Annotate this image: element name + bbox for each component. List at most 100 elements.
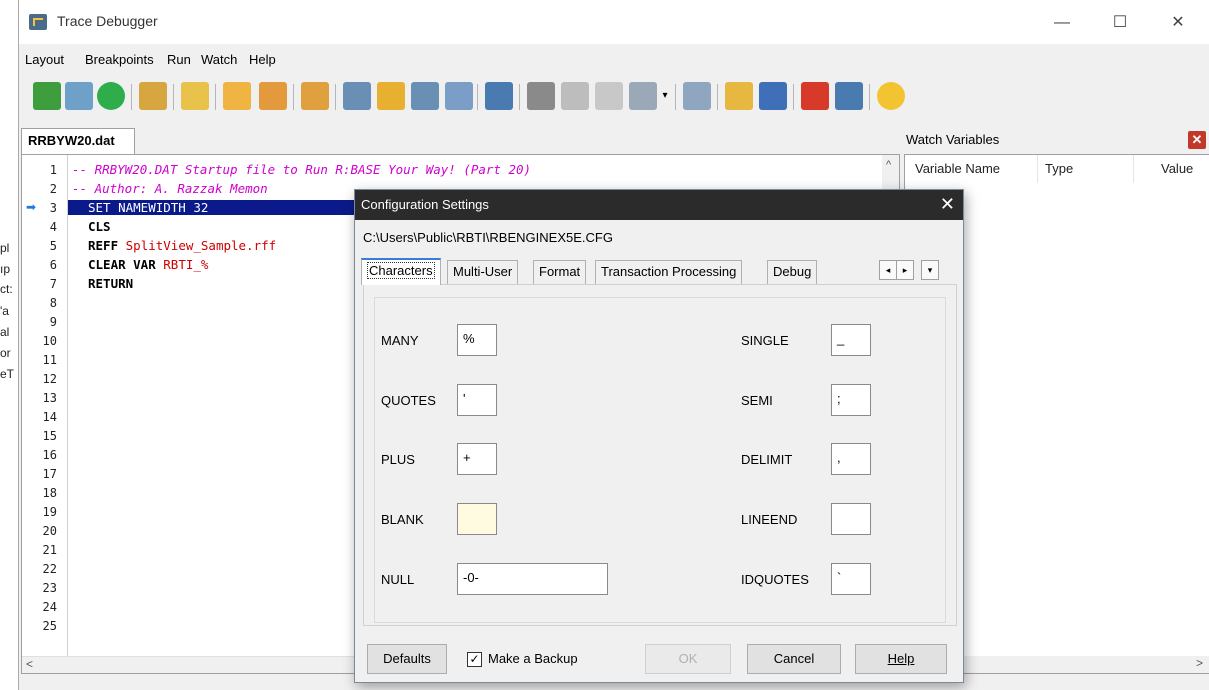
editor-tab[interactable]: RRBYW20.dat [21, 128, 135, 154]
ok-button[interactable]: OK [645, 644, 731, 674]
watch-close-icon[interactable]: ✕ [1188, 131, 1206, 149]
tab-list-dropdown-icon[interactable]: ▾ [921, 260, 939, 280]
null-label: NULL [381, 572, 415, 587]
line-number: 2 [49, 182, 57, 196]
step-into-icon[interactable] [343, 82, 371, 110]
defaults-button[interactable]: Defaults [367, 644, 447, 674]
toolbar-separator [793, 84, 794, 110]
current-line-arrow-icon: ➡ [26, 200, 37, 214]
line-number: 1 [49, 163, 57, 177]
breakpoint-icon[interactable] [801, 82, 829, 110]
database-icon[interactable] [139, 82, 167, 110]
open-book-icon[interactable] [33, 82, 61, 110]
hand-stop-icon[interactable] [223, 82, 251, 110]
make-backup-checkbox[interactable]: ✓ [467, 652, 482, 667]
tab-debug[interactable]: Debug [767, 260, 818, 284]
toolbar-separator [131, 84, 132, 110]
make-backup-label[interactable]: Make a Backup [488, 651, 578, 666]
scroll-up-icon[interactable]: ^ [886, 159, 891, 171]
tree-icon[interactable] [65, 82, 93, 110]
code-keyword: CLEAR VAR [88, 257, 156, 272]
scroll-left-icon[interactable]: < [26, 657, 33, 671]
code-line: -- RRBYW20.DAT Startup file to Run R:BAS… [72, 162, 532, 177]
bg-fragment: pl [0, 241, 10, 255]
line-number: 6 [49, 258, 57, 272]
tab-scroll-left-icon[interactable]: ◂ [879, 260, 897, 280]
hand-remove-icon[interactable] [259, 82, 287, 110]
menu-help[interactable]: Help [249, 52, 276, 67]
idquotes-label: IDQUOTES [741, 572, 809, 587]
line-number: 24 [42, 600, 57, 614]
single-input[interactable]: _ [831, 324, 871, 356]
menu-layout[interactable]: Layout [25, 52, 64, 67]
delimit-input[interactable]: , [831, 443, 871, 475]
code-value: RBTI_% [163, 257, 209, 272]
many-label: MANY [381, 333, 419, 348]
help-icon[interactable] [877, 82, 905, 110]
null-input[interactable]: -0- [457, 563, 608, 595]
watch-column-value[interactable]: Value [1161, 161, 1193, 176]
plus-input[interactable]: + [457, 443, 497, 475]
line-number: 25 [42, 619, 57, 633]
bg-fragment: eT [0, 367, 15, 381]
maximize-button[interactable]: ☐ [1097, 8, 1143, 38]
blank-label: BLANK [381, 512, 424, 527]
cancel-button[interactable]: Cancel [747, 644, 841, 674]
code-line: CLEAR VAR RBTI_% [88, 257, 208, 272]
watch-column-variable-name[interactable]: Variable Name [915, 161, 1000, 176]
delimit-label: DELIMIT [741, 452, 793, 467]
menu-breakpoints[interactable]: Breakpoints [85, 52, 154, 67]
dialog-title-bar[interactable]: Configuration Settings ✕ [355, 190, 963, 220]
close-button[interactable]: ✕ [1155, 8, 1201, 38]
step-error-icon[interactable] [377, 82, 405, 110]
toolbar-separator [519, 84, 520, 110]
dialog-close-icon[interactable]: ✕ [940, 194, 955, 215]
idquotes-input[interactable]: ` [831, 563, 871, 595]
line-number: 19 [42, 505, 57, 519]
blank-input[interactable] [457, 503, 497, 535]
quotes-input[interactable]: ' [457, 384, 497, 416]
title-bar[interactable]: Trace Debugger — ☐ ✕ [19, 0, 1209, 44]
many-input[interactable]: % [457, 324, 497, 356]
dialog-title: Configuration Settings [361, 197, 489, 212]
line-number: 23 [42, 581, 57, 595]
trace-window-icon[interactable] [485, 82, 513, 110]
quotes-label: QUOTES [381, 393, 436, 408]
binoculars-icon[interactable] [527, 82, 555, 110]
edit-pencil-icon[interactable] [629, 82, 657, 110]
code-line-current: SET NAMEWIDTH 32 [68, 200, 378, 215]
lineend-input[interactable] [831, 503, 871, 535]
go-to-icon[interactable] [595, 82, 623, 110]
dropdown-arrow-icon[interactable]: ▾ [659, 82, 671, 110]
tab-format[interactable]: Format [533, 260, 587, 284]
exit-icon[interactable] [835, 82, 863, 110]
wand-icon[interactable] [683, 82, 711, 110]
step-out-icon[interactable] [445, 82, 473, 110]
go-icon[interactable] [97, 82, 125, 110]
minimize-button[interactable]: — [1039, 8, 1085, 38]
code-value: SplitView_Sample.rff [125, 238, 277, 253]
help-button[interactable]: Help [855, 644, 947, 674]
characters-tab-page: MANY % QUOTES ' PLUS + BLANK NULL -0- SI… [363, 284, 957, 626]
code-line: RETURN [88, 276, 134, 291]
folder-open-icon[interactable] [181, 82, 209, 110]
watch-column-type[interactable]: Type [1045, 161, 1073, 176]
save-icon[interactable] [759, 82, 787, 110]
step-over-icon[interactable] [411, 82, 439, 110]
open-file-icon[interactable] [725, 82, 753, 110]
scroll-right-icon[interactable]: > [1196, 656, 1203, 670]
tab-scroll-right-icon[interactable]: ▸ [896, 260, 914, 280]
line-number: 12 [42, 372, 57, 386]
toolbar-separator [675, 84, 676, 110]
tab-characters-label: Characters [367, 262, 435, 279]
semi-input[interactable]: ; [831, 384, 871, 416]
hand-clear-icon[interactable] [301, 82, 329, 110]
app-icon [29, 14, 47, 30]
menu-watch[interactable]: Watch [201, 52, 237, 67]
characters-field-group: MANY % QUOTES ' PLUS + BLANK NULL -0- SI… [374, 297, 946, 623]
tab-characters[interactable]: Characters [361, 258, 441, 285]
tab-multi-user[interactable]: Multi-User [447, 260, 519, 284]
tab-transaction-processing[interactable]: Transaction Processing [595, 260, 743, 284]
menu-run[interactable]: Run [167, 52, 191, 67]
find-next-icon[interactable] [561, 82, 589, 110]
